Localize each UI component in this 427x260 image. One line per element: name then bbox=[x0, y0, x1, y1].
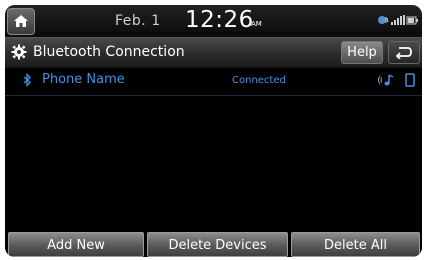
page-title: Bluetooth Connection bbox=[33, 44, 185, 60]
paired-device-list: Phone Name Connected bbox=[5, 67, 422, 231]
device-name: Phone Name bbox=[42, 72, 125, 87]
delete-devices-button[interactable]: Delete Devices bbox=[147, 232, 288, 257]
clock-ampm: AM bbox=[251, 20, 262, 28]
system-status-icons bbox=[378, 15, 418, 25]
battery-icon bbox=[406, 16, 418, 25]
date-text: Feb. 1 bbox=[115, 13, 161, 29]
bluetooth-audio-icon bbox=[378, 16, 389, 24]
phone-icon bbox=[405, 73, 415, 87]
back-icon bbox=[395, 47, 412, 59]
delete-all-button[interactable]: Delete All bbox=[291, 232, 420, 257]
connection-status: Connected bbox=[232, 75, 286, 86]
back-button[interactable] bbox=[388, 41, 420, 64]
list-item[interactable]: Phone Name Connected bbox=[5, 67, 422, 96]
home-button[interactable] bbox=[7, 8, 35, 35]
title-bar: Bluetooth Connection Help bbox=[5, 37, 422, 68]
audio-streaming-icon bbox=[378, 74, 394, 86]
home-icon bbox=[14, 15, 28, 27]
add-new-button[interactable]: Add New bbox=[8, 232, 144, 257]
signal-icon bbox=[391, 15, 405, 25]
bottom-button-bar: Add New Delete Devices Delete All bbox=[5, 232, 422, 257]
bluetooth-icon bbox=[23, 73, 31, 87]
head-unit-screen: Feb. 1 12:26 AM Bluetooth Connection Hel… bbox=[5, 5, 422, 257]
status-bar: Feb. 1 12:26 AM bbox=[5, 5, 422, 37]
clock-time: 12:26 bbox=[185, 7, 254, 33]
help-button[interactable]: Help bbox=[341, 41, 383, 64]
gear-icon bbox=[11, 44, 27, 60]
